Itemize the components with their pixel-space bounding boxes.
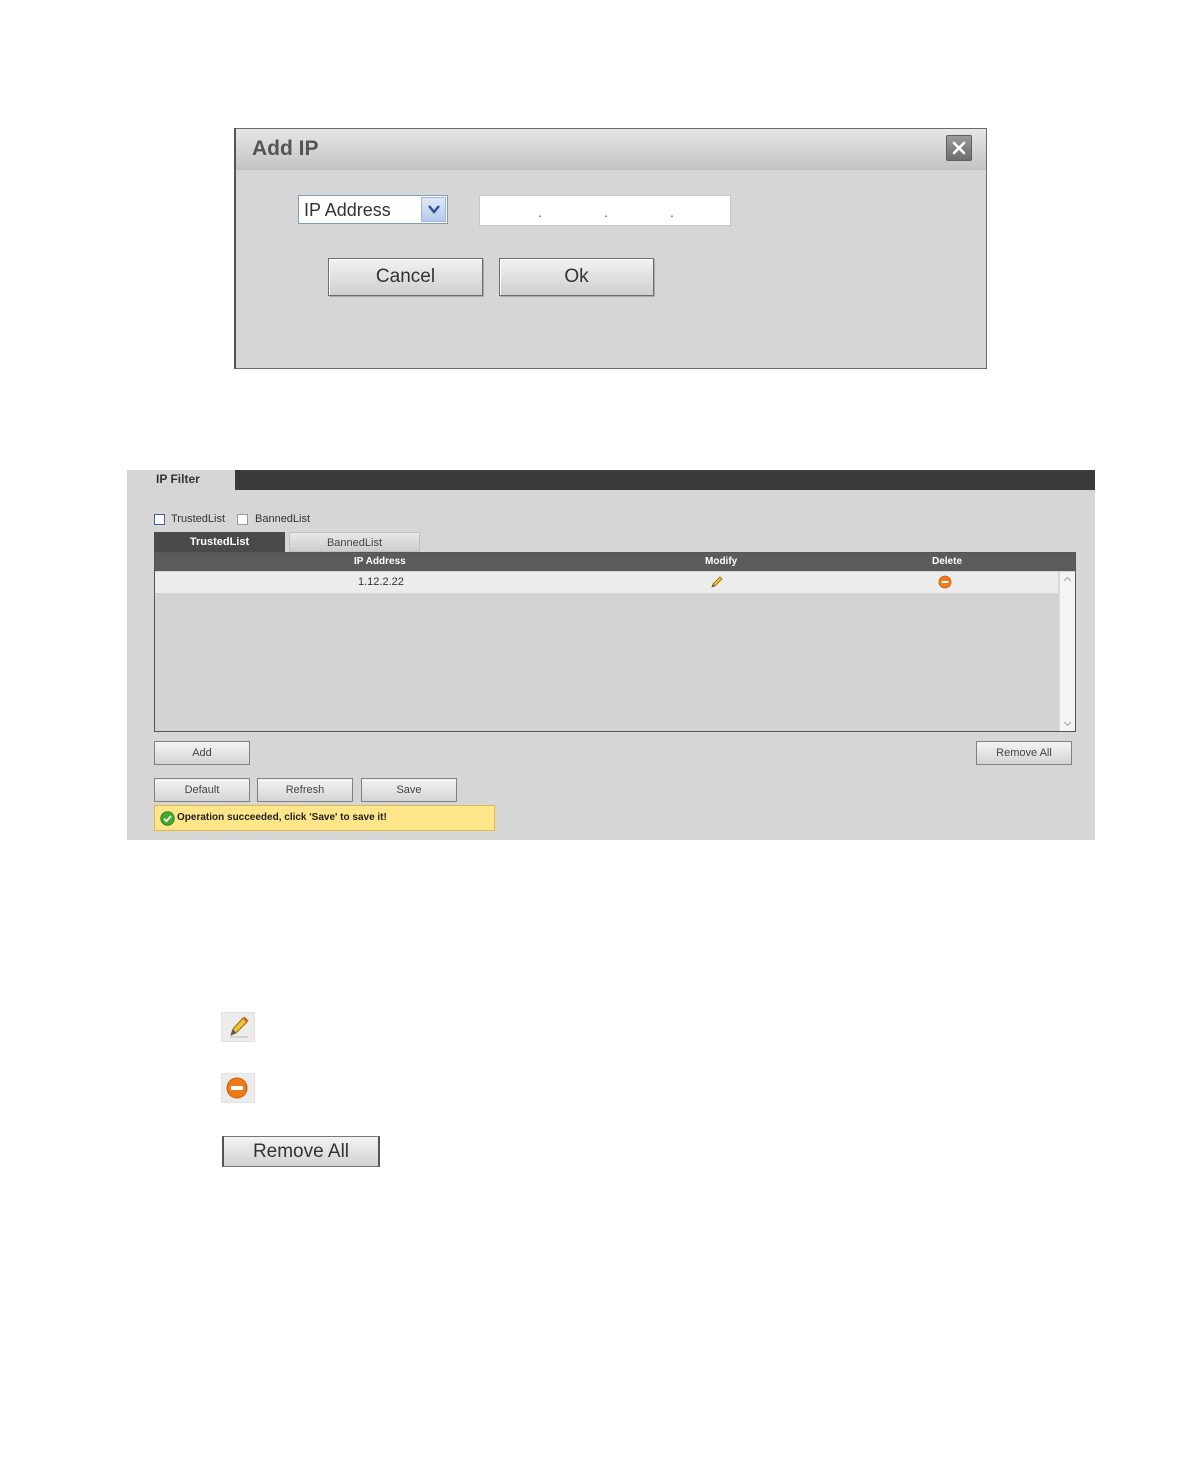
- cancel-button[interactable]: Cancel: [328, 258, 483, 296]
- tab-ip-filter-label: IP Filter: [156, 472, 200, 486]
- ip-address-input[interactable]: . . .: [479, 195, 731, 226]
- remove-all-button[interactable]: Remove All: [976, 741, 1072, 765]
- ip-octet-separator: .: [538, 204, 542, 220]
- tab-trustedlist[interactable]: TrustedList: [154, 532, 285, 552]
- pencil-icon: [221, 1012, 255, 1042]
- delete-icon: [221, 1073, 255, 1103]
- add-ip-dialog: Add IP IP Address . . . Cancel Ok: [234, 128, 987, 369]
- bannedlist-checkbox[interactable]: [237, 514, 248, 525]
- table-scrollbar[interactable]: [1059, 572, 1075, 731]
- tab-ip-filter[interactable]: IP Filter: [127, 470, 235, 490]
- add-button[interactable]: Add: [154, 741, 250, 765]
- chevron-down-icon[interactable]: [421, 197, 446, 222]
- trustedlist-checkbox[interactable]: [154, 514, 165, 525]
- ip-octet-separator: .: [604, 204, 608, 220]
- scroll-down-icon[interactable]: [1062, 718, 1073, 729]
- tab-bannedlist[interactable]: BannedList: [289, 532, 420, 552]
- column-header-modify: Modify: [705, 556, 738, 567]
- column-header-ip-address: IP Address: [354, 556, 406, 567]
- column-header-delete: Delete: [932, 556, 963, 567]
- panel-header: [127, 470, 1095, 490]
- table-header: IP Address Modify Delete: [155, 553, 1075, 571]
- ip-filter-panel: IP Filter TrustedList BannedList Trusted…: [127, 470, 1095, 840]
- scroll-up-icon[interactable]: [1062, 574, 1073, 585]
- ip-list-table: IP Address Modify Delete 1.12.2.22: [154, 552, 1076, 732]
- check-icon: [160, 811, 175, 826]
- ok-button[interactable]: Ok: [499, 258, 654, 296]
- refresh-button[interactable]: Refresh: [257, 778, 353, 802]
- default-button[interactable]: Default: [154, 778, 250, 802]
- pencil-icon[interactable]: [710, 575, 724, 592]
- dialog-titlebar: Add IP: [236, 129, 986, 170]
- status-message-bar: Operation succeeded, click 'Save' to sav…: [154, 805, 495, 831]
- ip-type-selected: IP Address: [304, 200, 391, 220]
- row-ip-address: 1.12.2.22: [358, 576, 404, 588]
- delete-icon[interactable]: [938, 575, 952, 592]
- table-row[interactable]: 1.12.2.22: [155, 572, 1058, 593]
- dialog-title: Add IP: [252, 137, 319, 160]
- close-icon[interactable]: [946, 135, 972, 161]
- status-message: Operation succeeded, click 'Save' to sav…: [177, 812, 387, 823]
- save-button[interactable]: Save: [361, 778, 457, 802]
- ip-octet-separator: .: [670, 204, 674, 220]
- ip-type-select[interactable]: IP Address: [298, 195, 448, 224]
- remove-all-button: Remove All: [222, 1136, 380, 1167]
- trustedlist-checkbox-label: TrustedList: [171, 513, 226, 525]
- bannedlist-checkbox-label: BannedList: [255, 513, 311, 525]
